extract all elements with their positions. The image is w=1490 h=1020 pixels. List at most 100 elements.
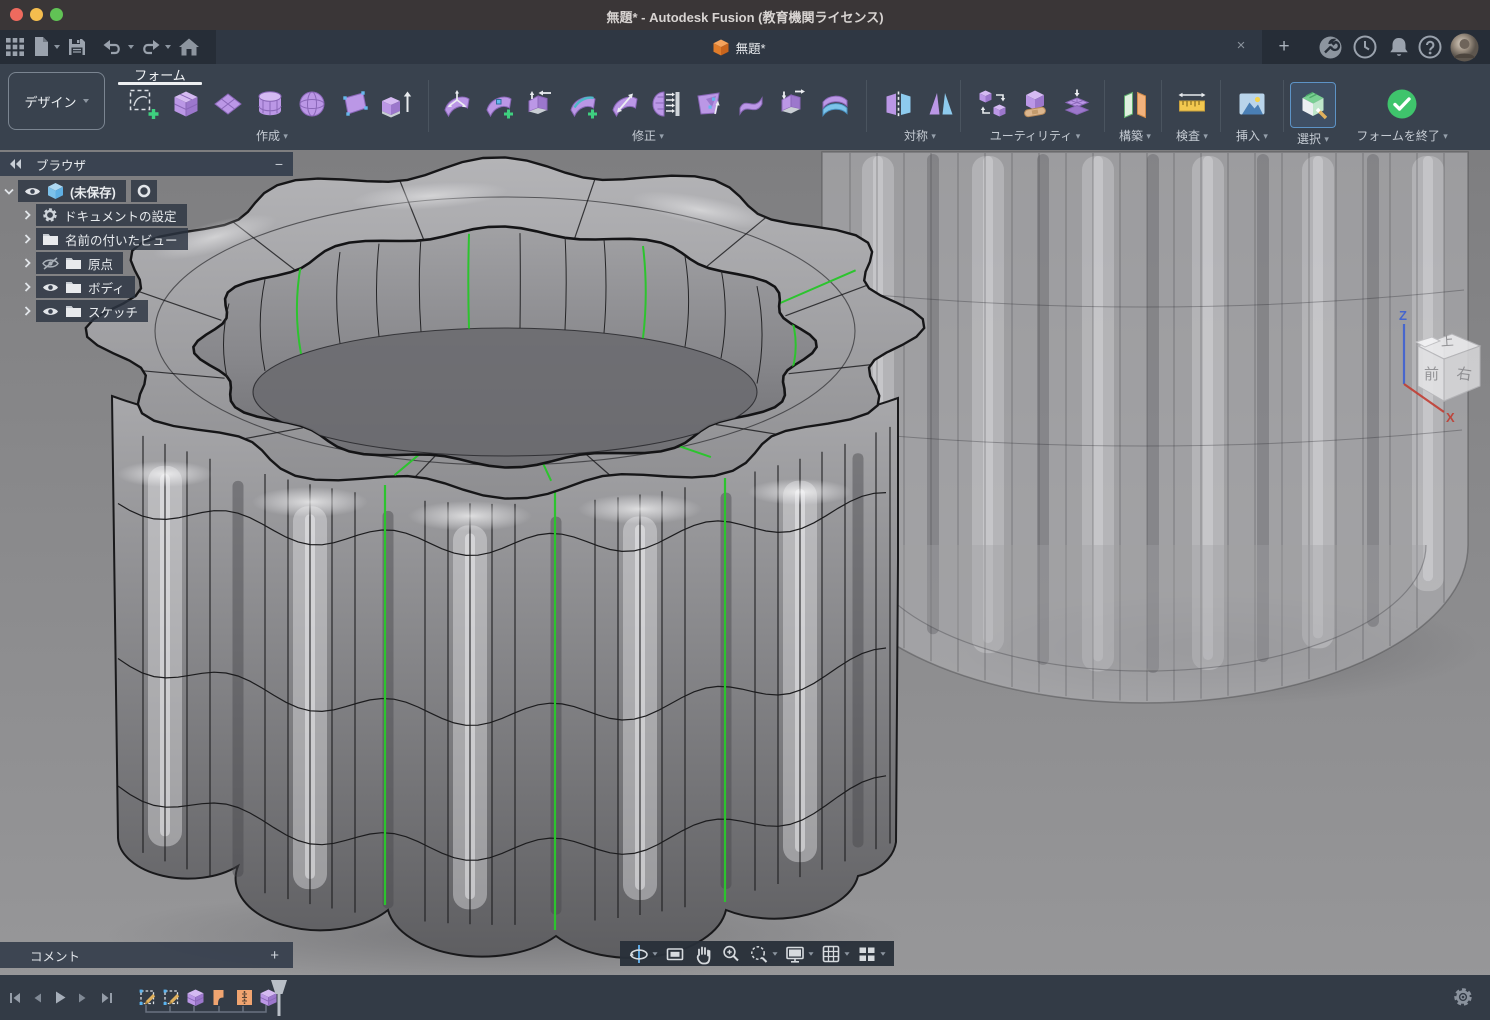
symmetry-group-label[interactable]: 対称 ▾ — [876, 127, 964, 144]
document-tab[interactable]: 無題* × — [216, 30, 1262, 64]
convert-icon[interactable] — [972, 84, 1014, 124]
pan-tool[interactable] — [689, 941, 717, 966]
timeline-go-start-button[interactable] — [6, 989, 24, 1006]
utility-group-label[interactable]: ユーティリティ ▾ — [968, 127, 1102, 144]
browser-item-origin[interactable]: 原点 — [0, 251, 293, 275]
folder-icon — [65, 280, 82, 294]
timeline-step-forward-button[interactable] — [74, 989, 92, 1006]
chevron-right-icon[interactable] — [18, 306, 36, 316]
comments-panel[interactable]: コメント + — [0, 942, 293, 968]
modify-group-label[interactable]: 修正 ▾ — [436, 127, 860, 144]
display-settings-tool[interactable] — [781, 941, 817, 966]
ribbon-separator — [1283, 80, 1284, 132]
face-icon[interactable] — [333, 84, 375, 124]
chevron-right-icon[interactable] — [18, 210, 36, 220]
flatten-icon[interactable] — [646, 84, 688, 124]
insert-edge-icon[interactable] — [562, 84, 604, 124]
thicken-icon[interactable] — [814, 84, 856, 124]
create-group-label[interactable]: 作成 ▾ — [123, 127, 421, 144]
display-mode-icon[interactable] — [1056, 84, 1098, 124]
collapse-panel-icon[interactable] — [10, 159, 22, 169]
view-cube[interactable]: Z X 上 前 右 — [1388, 306, 1490, 426]
timeline-playhead[interactable] — [278, 980, 281, 1016]
insert-point-icon[interactable] — [478, 84, 520, 124]
sphere-icon[interactable] — [291, 84, 333, 124]
eye-icon[interactable] — [42, 306, 59, 317]
finish-form-label: フォームを終了 ▾ — [1343, 127, 1461, 144]
construct-group-label[interactable]: 構築 ▾ — [1110, 127, 1160, 144]
zoom-tool[interactable] — [717, 941, 745, 966]
fit-tool[interactable] — [745, 941, 781, 966]
browser-item-bodies[interactable]: ボディ — [0, 275, 293, 299]
inspect-group-label[interactable]: 検査 ▾ — [1167, 127, 1217, 144]
close-tab-icon[interactable]: × — [1232, 37, 1250, 54]
create-sketch-icon[interactable] — [123, 84, 165, 124]
sync-status-icon[interactable] — [131, 180, 157, 202]
browser-panel: ブラウザ − (未保存) ドキュメントの設定 名前の付いたビュー — [0, 152, 293, 323]
file-menu-caret[interactable] — [52, 36, 62, 58]
item-label: 原点 — [88, 254, 113, 273]
ribbon-separator — [428, 80, 429, 132]
bevel-edge-icon[interactable] — [520, 84, 562, 124]
chevron-down-icon[interactable] — [0, 188, 18, 195]
browser-item-sketches[interactable]: スケッチ — [0, 299, 293, 323]
undo-caret[interactable] — [126, 36, 136, 58]
chevron-right-icon[interactable] — [18, 258, 36, 268]
circular-symmetry-icon[interactable] — [920, 84, 962, 124]
construction-plane-icon[interactable] — [1114, 84, 1156, 124]
window-title: 無題* - Autodesk Fusion (教育機関ライセンス) — [0, 7, 1490, 26]
browser-root-row[interactable]: (未保存) — [0, 179, 293, 203]
redo-icon[interactable] — [139, 36, 161, 58]
uncrease-icon[interactable] — [772, 84, 814, 124]
timeline-play-button[interactable] — [50, 989, 68, 1006]
insert-canvas-icon[interactable] — [1231, 84, 1273, 124]
extrude-icon[interactable] — [375, 84, 417, 124]
job-status-icon[interactable] — [1352, 34, 1378, 60]
weld-vertices-icon[interactable] — [688, 84, 730, 124]
subdivide-icon[interactable] — [604, 84, 646, 124]
home-icon[interactable] — [178, 36, 200, 58]
new-tab-button[interactable]: + — [1272, 35, 1296, 59]
orbit-tool[interactable] — [625, 941, 661, 966]
insert-group-label[interactable]: 挿入 ▾ — [1227, 127, 1277, 144]
browser-minimize[interactable]: − — [275, 156, 283, 172]
browser-header: ブラウザ − — [0, 152, 293, 176]
chevron-right-icon[interactable] — [18, 282, 36, 292]
save-icon[interactable] — [66, 36, 88, 58]
extensions-icon[interactable] — [1317, 34, 1343, 60]
help-icon[interactable] — [1417, 34, 1443, 60]
eye-icon[interactable] — [24, 186, 41, 197]
user-avatar[interactable] — [1449, 32, 1479, 62]
browser-item-named-views[interactable]: 名前の付いたビュー — [0, 227, 293, 251]
item-label: ボディ — [88, 278, 125, 297]
app-grid-icon[interactable] — [4, 36, 26, 58]
plane-icon[interactable] — [207, 84, 249, 124]
select-group-label[interactable]: 選択 ▾ — [1288, 130, 1338, 147]
finish-form-button[interactable]: フォームを終了 ▾ — [1343, 84, 1461, 144]
chevron-right-icon[interactable] — [18, 234, 36, 244]
timeline-go-end-button[interactable] — [98, 989, 116, 1006]
redo-caret[interactable] — [163, 36, 173, 58]
grid-settings-tool[interactable] — [817, 941, 853, 966]
add-comment-button[interactable]: + — [270, 947, 279, 964]
file-menu-icon[interactable] — [30, 36, 52, 58]
undo-icon[interactable] — [102, 36, 124, 58]
box-icon[interactable] — [165, 84, 207, 124]
timeline-settings-gear-icon[interactable] — [1452, 986, 1474, 1013]
crease-icon[interactable] — [730, 84, 772, 124]
notifications-bell-icon[interactable] — [1387, 34, 1411, 60]
timeline-step-back-button[interactable] — [28, 989, 46, 1006]
workspace-caret-icon — [83, 99, 89, 103]
cylinder-icon[interactable] — [249, 84, 291, 124]
viewports-tool[interactable] — [853, 941, 889, 966]
eye-hidden-icon[interactable] — [42, 257, 59, 270]
select-tool-active[interactable] — [1290, 82, 1336, 128]
workspace-selector[interactable]: デザイン — [8, 72, 105, 130]
repair-body-icon[interactable] — [1014, 84, 1056, 124]
look-at-tool[interactable] — [661, 941, 689, 966]
browser-item-document-settings[interactable]: ドキュメントの設定 — [0, 203, 293, 227]
eye-icon[interactable] — [42, 282, 59, 293]
edit-form-icon[interactable] — [436, 84, 478, 124]
mirror-symmetry-icon[interactable] — [878, 84, 920, 124]
measure-icon[interactable] — [1171, 84, 1213, 124]
